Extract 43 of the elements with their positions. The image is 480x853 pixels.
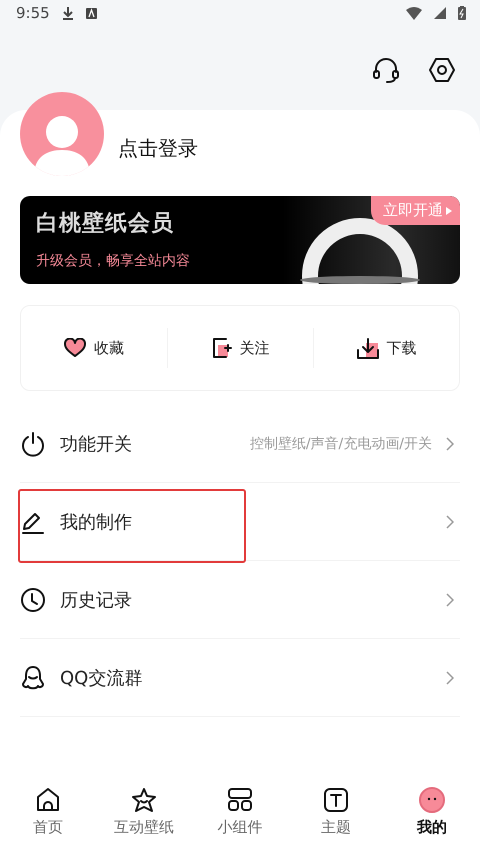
menu-label: QQ交流群 bbox=[60, 666, 142, 690]
home-icon bbox=[34, 786, 62, 814]
nav-tab[interactable]: 互动壁纸 bbox=[96, 785, 192, 843]
caret-icon bbox=[446, 206, 452, 214]
keyboard-icon bbox=[86, 8, 97, 18]
menu-hint: 控制壁纸/声音/充电动画/开关 bbox=[250, 434, 432, 452]
quick-action[interactable]: 收藏 bbox=[21, 328, 167, 368]
penguin-icon bbox=[20, 664, 46, 690]
nav-tab[interactable]: 我的 bbox=[384, 785, 480, 843]
status-time: 9:55 bbox=[16, 4, 50, 22]
power-icon bbox=[20, 430, 46, 456]
chevron-icon bbox=[446, 592, 454, 606]
star-icon bbox=[130, 786, 158, 814]
chevron-icon bbox=[446, 514, 454, 528]
chevron-icon bbox=[446, 436, 454, 450]
signal-icon bbox=[434, 7, 446, 19]
wifi-icon bbox=[406, 6, 422, 20]
login-link[interactable]: 点击登录 bbox=[118, 134, 198, 162]
battery-icon bbox=[458, 6, 466, 20]
menu-item[interactable]: QQ交流群 bbox=[20, 639, 460, 717]
heart-icon bbox=[64, 338, 86, 358]
menu-item[interactable]: 我的制作 bbox=[20, 483, 460, 561]
nav-tab[interactable]: 首页 bbox=[0, 785, 96, 843]
nav-tab[interactable]: 小组件 bbox=[192, 785, 288, 843]
menu-label: 功能开关 bbox=[60, 432, 132, 456]
menu-label: 历史记录 bbox=[60, 588, 132, 612]
menu-item[interactable]: 功能开关 控制壁纸/声音/充电动画/开关 bbox=[20, 405, 460, 483]
clock-icon bbox=[20, 586, 46, 612]
banner-subtitle: 升级会员，畅享全站内容 bbox=[36, 252, 190, 270]
face-icon bbox=[418, 786, 446, 814]
download-icon bbox=[62, 6, 74, 20]
chevron-icon bbox=[446, 670, 454, 684]
quick-action[interactable]: 下载 bbox=[313, 328, 459, 368]
download-icon bbox=[356, 337, 378, 359]
menu-label: 我的制作 bbox=[60, 510, 132, 534]
widgets-icon bbox=[226, 786, 254, 814]
banner-title: 白桃壁纸会员 bbox=[36, 210, 174, 238]
nav-tab[interactable]: 主题 bbox=[288, 785, 384, 843]
quick-action[interactable]: 关注 bbox=[167, 328, 313, 368]
membership-banner[interactable]: 白桃壁纸会员 升级会员，畅享全站内容 立即开通 bbox=[20, 196, 460, 284]
add-page-icon bbox=[212, 337, 232, 359]
menu-item[interactable]: 历史记录 bbox=[20, 561, 460, 639]
theme-icon bbox=[322, 786, 350, 814]
